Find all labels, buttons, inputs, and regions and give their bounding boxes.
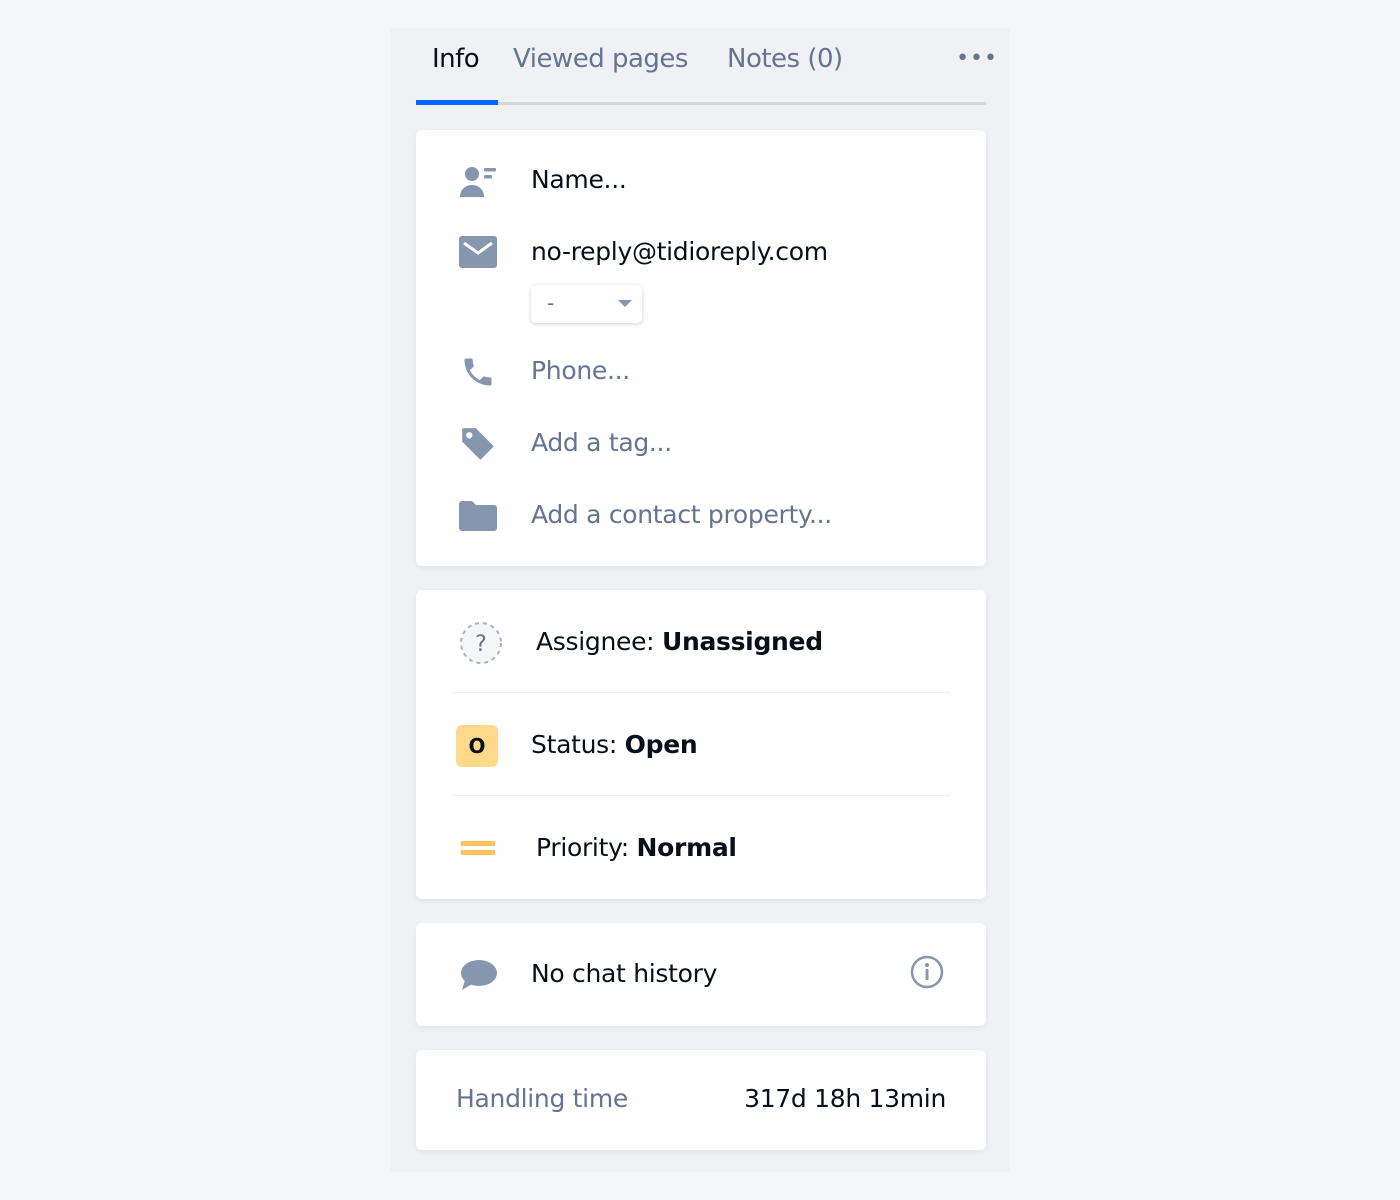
contact-card-icon <box>458 162 498 202</box>
status-label: Status: <box>531 730 617 759</box>
svg-text:?: ? <box>475 632 487 657</box>
priority-button[interactable]: Priority: Normal <box>536 833 737 862</box>
status-value: Open <box>624 730 698 759</box>
chevron-down-icon <box>618 300 632 307</box>
priority-label: Priority: <box>536 833 629 862</box>
tab-notes[interactable]: Notes (0) <box>727 44 843 74</box>
tab-bar: Info Viewed pages Notes (0) <box>416 28 986 105</box>
assignee-button[interactable]: Assignee: Unassigned <box>536 627 823 656</box>
phone-input[interactable]: Phone... <box>531 356 630 385</box>
status-button[interactable]: Status: Open <box>531 730 698 759</box>
active-tab-indicator <box>416 100 498 105</box>
unassigned-question-icon: ? <box>459 621 503 665</box>
chat-history-text: No chat history <box>531 959 718 988</box>
priority-value: Normal <box>636 833 737 862</box>
contact-details-panel: Info Viewed pages Notes (0) ••• Name... … <box>390 28 1010 1172</box>
add-contact-property-input[interactable]: Add a contact property... <box>531 500 832 529</box>
assignee-value: Unassigned <box>661 627 823 656</box>
priority-normal-icon <box>460 828 496 868</box>
divider <box>452 692 950 693</box>
name-input[interactable]: Name... <box>531 165 627 194</box>
conversation-card: ? Assignee: Unassigned O Status: Open Pr… <box>416 590 986 899</box>
divider <box>452 795 950 796</box>
tab-viewed-pages[interactable]: Viewed pages <box>513 44 688 74</box>
email-type-select[interactable]: - <box>531 285 642 323</box>
info-icon[interactable] <box>910 955 944 989</box>
email-value[interactable]: no-reply@tidioreply.com <box>531 237 828 266</box>
handling-time-value: 317d 18h 13min <box>744 1084 946 1113</box>
tab-info[interactable]: Info <box>432 44 480 74</box>
chat-bubble-icon <box>458 955 498 995</box>
add-tag-input[interactable]: Add a tag... <box>531 428 672 457</box>
phone-icon <box>458 352 498 392</box>
status-open-icon: O <box>456 725 498 767</box>
handling-time-label: Handling time <box>456 1084 628 1113</box>
more-options-button[interactable]: ••• <box>956 46 998 71</box>
envelope-icon <box>458 232 498 272</box>
contact-info-card: Name... no-reply@tidioreply.com - Phone.… <box>416 130 986 566</box>
email-type-value: - <box>547 291 555 315</box>
chat-history-card: No chat history <box>416 923 986 1026</box>
tag-icon <box>458 424 498 464</box>
handling-time-card: Handling time 317d 18h 13min <box>416 1050 986 1150</box>
assignee-label: Assignee: <box>536 627 655 656</box>
folder-icon <box>458 496 498 536</box>
